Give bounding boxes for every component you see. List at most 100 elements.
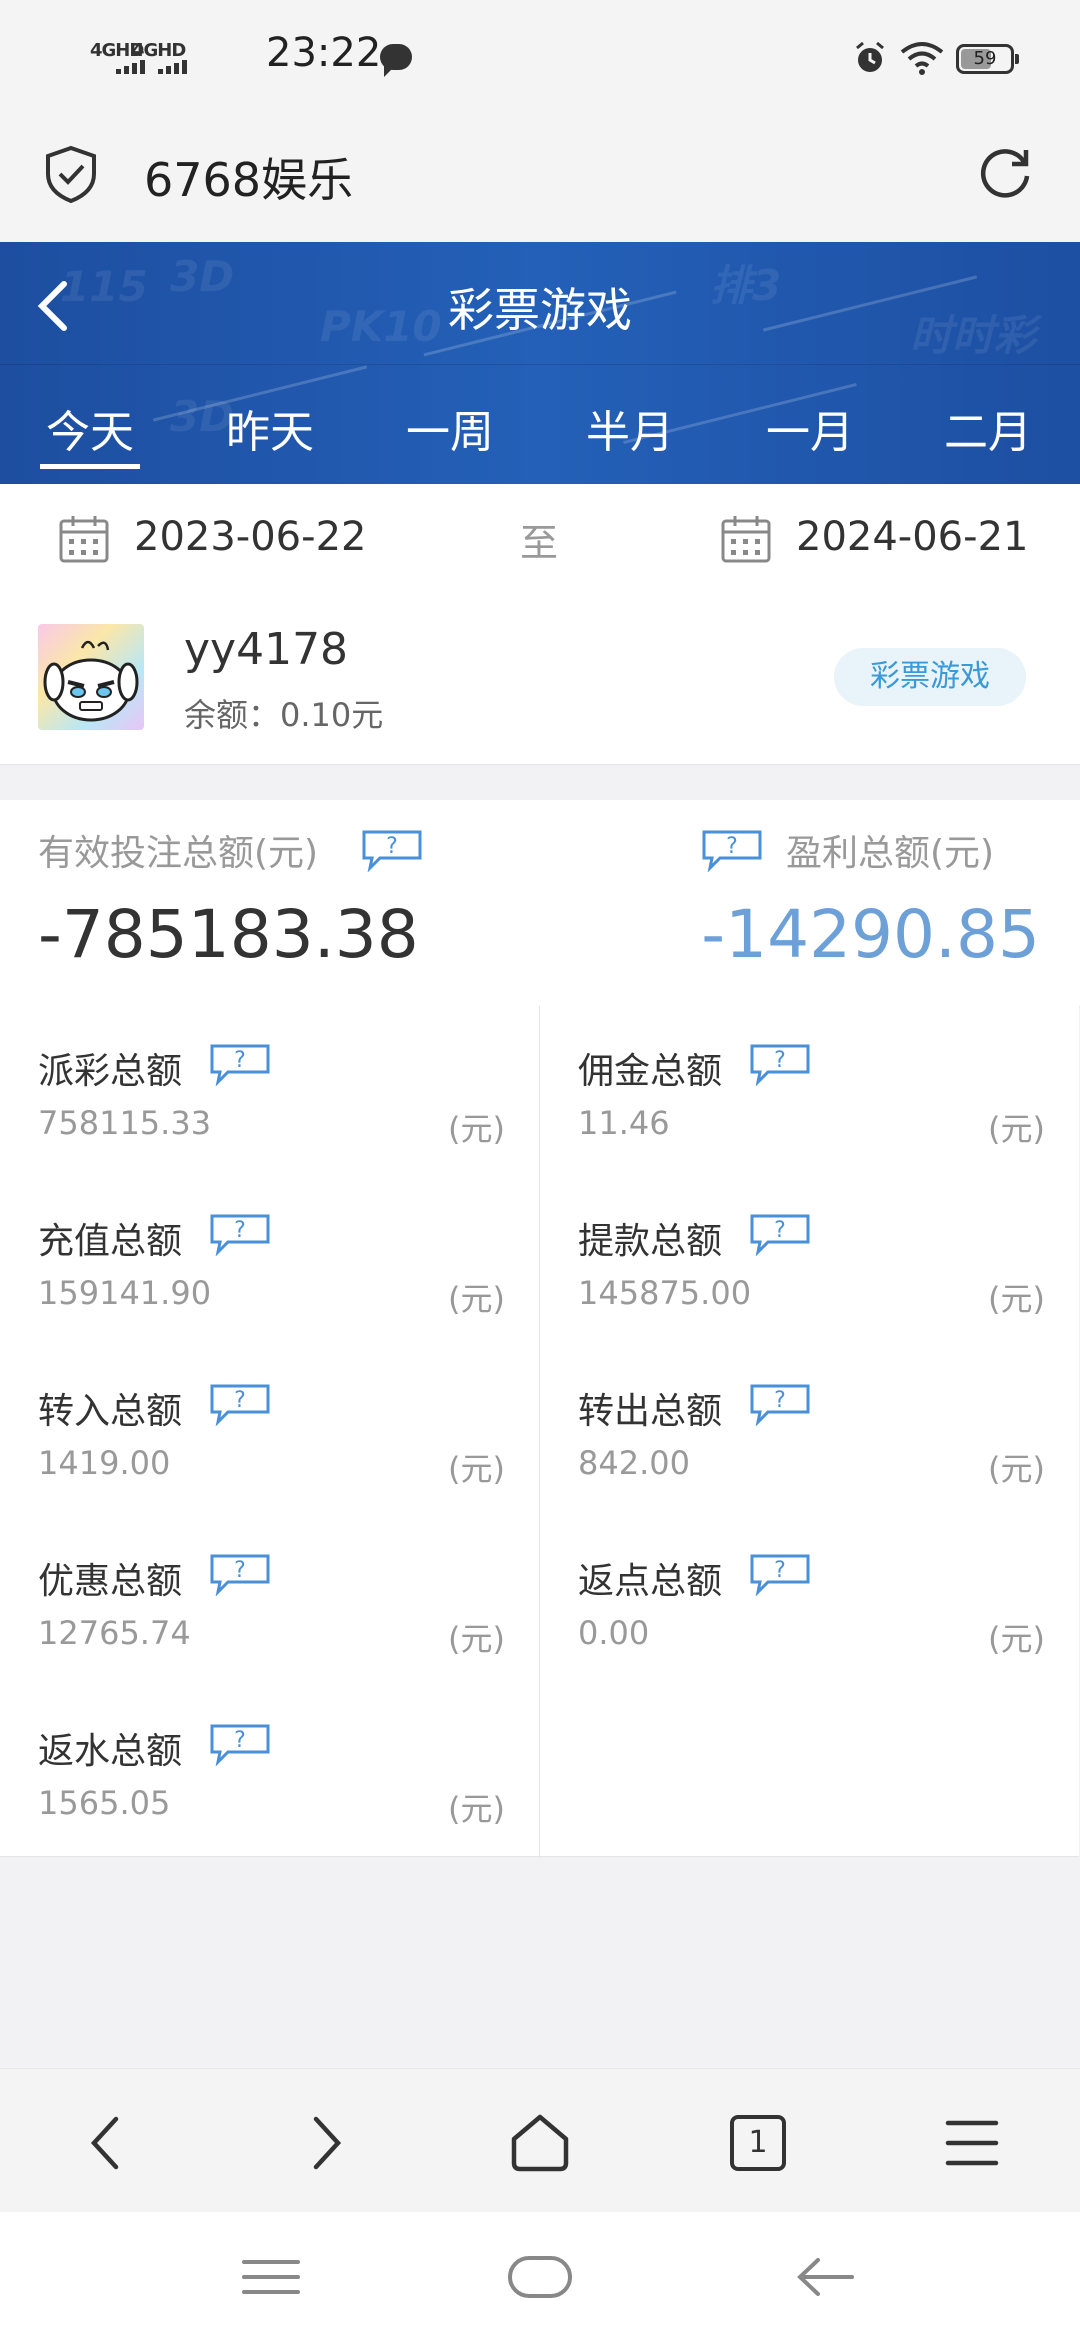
help-icon[interactable]: ? — [208, 1552, 272, 1596]
profit-total-value: -14290.85 — [701, 896, 1040, 973]
tab-two-months[interactable]: 二月 — [928, 396, 1048, 460]
battery-level: 59 — [973, 48, 997, 69]
svg-text:?: ? — [726, 834, 738, 859]
stat-label: 提款总额 — [578, 1221, 723, 1262]
site-title[interactable]: 6768娱乐 — [144, 144, 353, 210]
battery-icon: 59 — [956, 44, 1019, 74]
tab-today[interactable]: 今天 — [30, 396, 150, 469]
stat-unit: (元) — [448, 1110, 505, 1148]
stat-empty-cell — [540, 1686, 1079, 1857]
shield-check-icon[interactable] — [44, 144, 98, 204]
stat-label: 返水总额 — [38, 1731, 183, 1772]
balance: 余额：0.10元 — [184, 696, 384, 734]
stat-value: 1565.05 — [38, 1784, 171, 1822]
help-icon[interactable]: ? — [208, 1382, 272, 1426]
stat-cashback: 返水总额 ? 1565.05 (元) — [0, 1686, 539, 1857]
stat-value: 758115.33 — [38, 1104, 212, 1142]
stat-deposit: 充值总额 ? 159141.90 (元) — [0, 1176, 539, 1347]
help-icon[interactable]: ? — [748, 1212, 812, 1256]
svg-text:?: ? — [774, 1558, 786, 1583]
stat-transfer-in: 转入总额 ? 1419.00 (元) — [0, 1346, 539, 1517]
stat-label: 转出总额 — [578, 1391, 723, 1432]
help-icon[interactable]: ? — [360, 828, 424, 872]
stat-label: 转入总额 — [38, 1391, 183, 1432]
end-date[interactable]: 2024-06-21 — [796, 514, 1028, 560]
stat-unit: (元) — [448, 1620, 505, 1658]
stat-label: 派彩总额 — [38, 1051, 183, 1092]
wifi-icon — [900, 42, 944, 75]
help-icon[interactable]: ? — [748, 1382, 812, 1426]
tab-count: 1 — [730, 2115, 786, 2171]
tab-week[interactable]: 一周 — [390, 396, 510, 460]
svg-text:?: ? — [774, 1388, 786, 1413]
tab-month[interactable]: 一月 — [750, 396, 870, 460]
date-separator: 至 — [520, 521, 559, 565]
tab-half-month[interactable]: 半月 — [570, 396, 690, 460]
browser-toolbar: 1 — [0, 2068, 1080, 2213]
stat-withdrawal: 提款总额 ? 145875.00 (元) — [540, 1176, 1079, 1347]
date-range-selector: 2023-06-22 至 2024-06-21 — [0, 484, 1080, 591]
profit-total-label: 盈利总额(元) — [786, 833, 995, 874]
browser-address-bar: 6768娱乐 — [0, 120, 1080, 242]
status-bar: 4GHD 4GHD 23:22 59 — [0, 0, 1080, 120]
stat-value: 11.46 — [578, 1104, 670, 1142]
help-icon[interactable]: ? — [748, 1042, 812, 1086]
stat-unit: (元) — [448, 1450, 505, 1488]
calendar-icon[interactable] — [58, 514, 110, 564]
home-button-icon[interactable] — [505, 2252, 575, 2302]
stat-value: 145875.00 — [578, 1274, 752, 1312]
back-icon[interactable] — [76, 2111, 140, 2175]
help-icon[interactable]: ? — [700, 828, 764, 872]
menu-icon[interactable] — [940, 2111, 1004, 2175]
svg-text:?: ? — [386, 834, 398, 859]
system-navigation-bar — [0, 2212, 1080, 2340]
forward-icon[interactable] — [292, 2111, 356, 2175]
stat-payout: 派彩总额 ? 758115.33 (元) — [0, 1006, 539, 1177]
calendar-icon[interactable] — [720, 514, 772, 564]
stat-unit: (元) — [988, 1110, 1045, 1148]
bet-total-label: 有效投注总额(元) — [38, 833, 319, 874]
svg-text:?: ? — [234, 1388, 246, 1413]
back-gesture-icon[interactable] — [790, 2252, 860, 2302]
stat-unit: (元) — [988, 1620, 1045, 1658]
username: yy4178 — [184, 624, 349, 675]
avatar — [38, 624, 144, 730]
user-info: yy4178 余额：0.10元 彩票游戏 — [0, 590, 1080, 765]
home-icon[interactable] — [508, 2111, 572, 2175]
stat-value: 12765.74 — [38, 1614, 191, 1652]
category-badge: 彩票游戏 — [834, 648, 1026, 706]
help-icon[interactable]: ? — [208, 1722, 272, 1766]
stat-label: 返点总额 — [578, 1561, 723, 1602]
summary-panel: 有效投注总额(元) ? ? 盈利总额(元) -785183.38 -14290.… — [0, 800, 1080, 1007]
stat-value: 0.00 — [578, 1614, 650, 1652]
svg-text:?: ? — [234, 1218, 246, 1243]
stat-value: 1419.00 — [38, 1444, 171, 1482]
stat-transfer-out: 转出总额 ? 842.00 (元) — [540, 1346, 1079, 1517]
clock: 23:22 — [266, 30, 382, 76]
stat-unit: (元) — [448, 1280, 505, 1318]
help-icon[interactable]: ? — [208, 1212, 272, 1256]
date-filter-tabs: 今天 昨天 一周 半月 一月 二月 — [0, 364, 1080, 484]
cartoon-avatar-icon — [43, 640, 139, 722]
stat-label: 充值总额 — [38, 1221, 183, 1262]
help-icon[interactable]: ? — [208, 1042, 272, 1086]
start-date[interactable]: 2023-06-22 — [134, 514, 366, 560]
svg-text:?: ? — [234, 1558, 246, 1583]
recents-icon[interactable] — [236, 2252, 306, 2302]
stat-unit: (元) — [988, 1450, 1045, 1488]
svg-text:?: ? — [774, 1218, 786, 1243]
stat-unit: (元) — [988, 1280, 1045, 1318]
bet-total-value: -785183.38 — [38, 896, 419, 973]
page-title: 彩票游戏 — [448, 283, 632, 337]
tabs-icon[interactable]: 1 — [726, 2111, 790, 2175]
page-header: 115 3D PK10 排3 时时彩 3D 彩票游戏 今天 昨天 一周 半月 一… — [0, 242, 1080, 484]
tab-yesterday[interactable]: 昨天 — [210, 396, 330, 460]
stat-value: 159141.90 — [38, 1274, 212, 1312]
stat-rebate: 返点总额 ? 0.00 (元) — [540, 1516, 1079, 1687]
svg-text:?: ? — [774, 1048, 786, 1073]
stat-value: 842.00 — [578, 1444, 690, 1482]
help-icon[interactable]: ? — [748, 1552, 812, 1596]
reload-icon[interactable] — [976, 144, 1034, 202]
stat-commission: 佣金总额 ? 11.46 (元) — [540, 1006, 1079, 1177]
stat-unit: (元) — [448, 1790, 505, 1828]
